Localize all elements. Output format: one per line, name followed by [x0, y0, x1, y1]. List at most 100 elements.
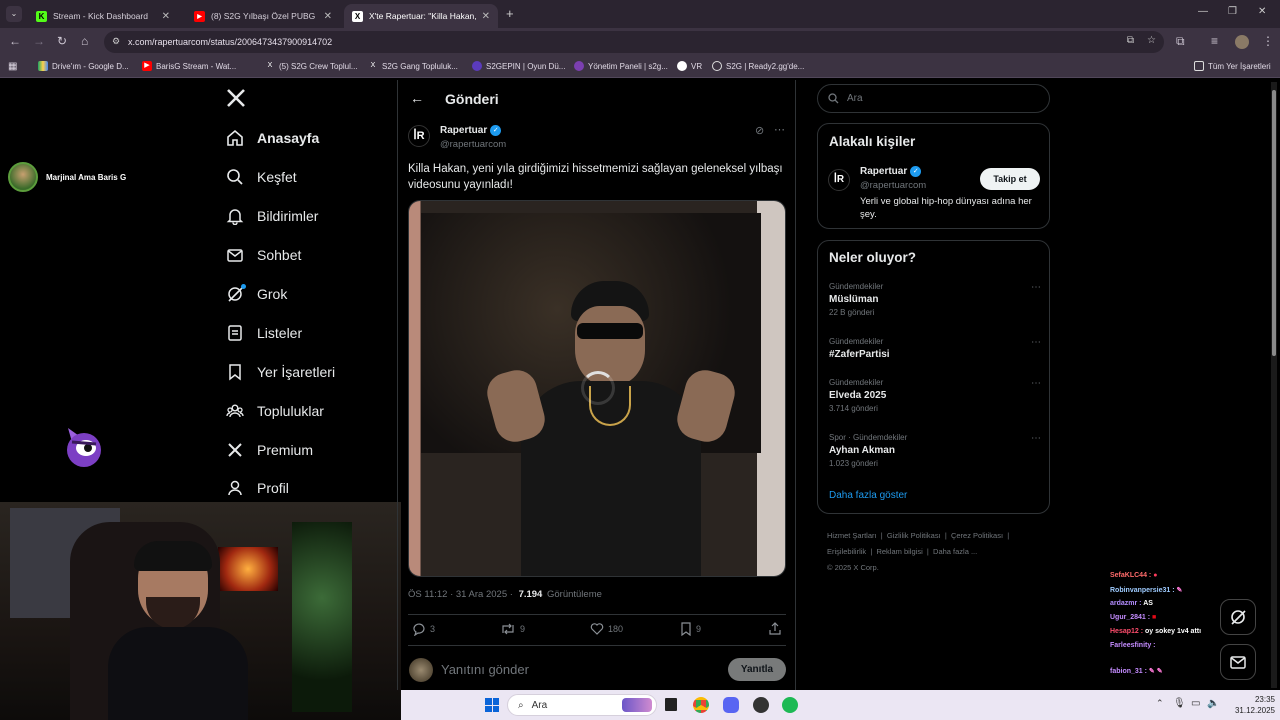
bookmark-yonetim-paneli[interactable]: Yönetim Paneli | s2g...	[574, 61, 668, 71]
show-more-link[interactable]: Daha fazla göster	[829, 490, 907, 501]
share-action[interactable]	[768, 622, 782, 641]
post-video[interactable]	[408, 200, 786, 577]
grok-floating-button[interactable]	[1220, 599, 1256, 635]
tab-x-post[interactable]: X X'te Rapertuar: "Killa Hakan, yeı ✕	[344, 4, 498, 28]
trend-item[interactable]: Gündemdekiler Elveda 2025 3.714 gönderi …	[829, 378, 1041, 413]
related-avatar[interactable]: ꟾR	[828, 169, 850, 191]
app-icon[interactable]	[753, 697, 769, 713]
trend-item[interactable]: Gündemdekiler #ZaferPartisi ⋯	[829, 337, 1041, 360]
window-close-button[interactable]: ✕	[1258, 6, 1266, 17]
footer-link[interactable]: Çerez Politikası	[951, 531, 1003, 540]
url-input[interactable]: ⚙ x.com/rapertuarcom/status/200647343790…	[104, 31, 1164, 53]
trend-item[interactable]: Spor · Gündemdekiler Ayhan Akman 1.023 g…	[829, 433, 1041, 468]
bookmark-action[interactable]: 9	[680, 622, 701, 636]
spotify-icon[interactable]	[782, 697, 798, 713]
reply-action[interactable]: 3	[412, 622, 435, 636]
close-icon[interactable]: ✕	[162, 11, 170, 22]
related-handle[interactable]: @rapertuarcom	[860, 180, 926, 191]
sidebar-item-bildirimler[interactable]: Bildirimler	[226, 204, 318, 228]
follow-button[interactable]: Takip et	[980, 168, 1040, 190]
reply-button[interactable]: Yanıtla	[728, 658, 786, 681]
chrome-icon[interactable]	[693, 697, 709, 713]
network-icon[interactable]: ▭	[1191, 698, 1200, 709]
extensions-icon[interactable]: ⧉	[1176, 34, 1185, 49]
tray-overflow-icon[interactable]: ⌃	[1156, 698, 1164, 709]
messages-floating-button[interactable]	[1220, 644, 1256, 680]
bookmark-ready2gg[interactable]: S2G | Ready2.gg'de...	[712, 61, 804, 71]
chat-username: Ugur_2841 :	[1110, 614, 1151, 621]
bookmark-s2g-gang[interactable]: X S2G Gang Topluluk...	[368, 61, 458, 71]
more-options-icon[interactable]: ⋯	[1031, 282, 1041, 293]
share-icon	[769, 622, 781, 635]
all-bookmarks[interactable]: Tüm Yer İşaretleri	[1194, 61, 1271, 71]
footer-link[interactable]: Hizmet Şartları	[827, 531, 877, 540]
sidebar-item-topluluklar[interactable]: Topluluklar	[226, 399, 324, 423]
sidebar-item-yer-isaretleri[interactable]: Yer İşaretleri	[226, 360, 335, 384]
trend-category: Gündemdekiler	[829, 378, 884, 387]
repost-action[interactable]: 9	[500, 622, 525, 636]
search-input[interactable]: Ara	[817, 84, 1050, 113]
sidebar-item-grok[interactable]: Grok	[226, 282, 287, 306]
forward-icon[interactable]: →	[33, 34, 45, 48]
star-icon[interactable]: ☆	[1147, 35, 1156, 46]
more-options-icon[interactable]: ⋯	[1031, 433, 1041, 444]
close-icon[interactable]: ✕	[324, 11, 332, 22]
apps-icon[interactable]: ▦	[8, 61, 17, 72]
tab-search-button[interactable]: ⌄	[6, 6, 22, 22]
scrollbar-thumb[interactable]	[1272, 90, 1276, 356]
footer-link[interactable]: Daha fazla ...	[933, 547, 977, 556]
sidebar-item-anasayfa[interactable]: Anasayfa	[226, 126, 319, 150]
discord-icon[interactable]	[723, 697, 739, 713]
bookmark-drive[interactable]: Drive'ım - Google D...	[38, 61, 129, 71]
windows-start-icon[interactable]	[485, 698, 499, 712]
footer-link[interactable]: Erişilebilirlik	[827, 547, 866, 556]
back-icon[interactable]: ←	[9, 34, 21, 48]
post-time[interactable]: ÖS 11:12 · 31 Ara 2025 ·	[408, 589, 513, 600]
clock[interactable]: 23:35 31.12.2025	[1227, 694, 1275, 716]
volume-icon[interactable]: 🔈	[1207, 698, 1219, 709]
more-options-icon[interactable]: ⋯	[1031, 337, 1041, 348]
reload-icon[interactable]: ↻	[57, 34, 67, 48]
sidebar-item-premium[interactable]: Premium	[226, 438, 313, 462]
trend-item[interactable]: Gündemdekiler Müslüman 22 B gönderi ⋯	[829, 282, 1041, 317]
verified-icon: ✓	[910, 166, 922, 177]
close-icon[interactable]: ✕	[482, 11, 490, 22]
sidebar-item-sohbet[interactable]: Sohbet	[226, 243, 301, 267]
home-icon[interactable]: ⌂	[81, 34, 88, 48]
like-action[interactable]: 180	[590, 622, 623, 636]
sidebar-item-kesfet[interactable]: Keşfet	[226, 165, 297, 189]
reply-input[interactable]: Yanıtını gönder	[441, 662, 529, 677]
task-view-icon[interactable]	[665, 698, 677, 711]
sidebar-item-profil[interactable]: Profil	[226, 476, 289, 500]
profile-avatar[interactable]	[1235, 35, 1249, 49]
taskbar-search[interactable]: ⌕ Ara	[507, 694, 657, 716]
site-info-icon[interactable]: ⚙	[112, 36, 120, 47]
sidebar-item-listeler[interactable]: Listeler	[226, 321, 302, 345]
microphone-icon[interactable]: 🎙	[1173, 698, 1186, 709]
restore-button[interactable]: ❐	[1228, 6, 1237, 17]
install-app-icon[interactable]: ⧉	[1127, 35, 1134, 46]
minimize-button[interactable]: —	[1198, 6, 1208, 17]
bookmark-vr[interactable]: VR	[677, 61, 702, 71]
bookmark-s2gepin[interactable]: S2GEPIN | Oyun Dü...	[472, 61, 565, 71]
tab-youtube[interactable]: ▶ (8) S2G Yılbaşı Özel PUBG Mob ✕	[186, 4, 340, 28]
x-logo[interactable]	[226, 88, 246, 108]
footer-link[interactable]: Gizlilik Politikası	[887, 531, 941, 540]
bookmark-s2g-crew[interactable]: X (5) S2G Crew Toplul...	[265, 61, 358, 71]
footer-link[interactable]: Reklam bilgisi	[876, 547, 922, 556]
more-options-icon[interactable]: ⋯	[1031, 378, 1041, 389]
back-arrow-icon[interactable]: ←	[410, 90, 424, 106]
related-name-row[interactable]: Rapertuar ✓	[860, 166, 922, 177]
page-scrollbar[interactable]	[1271, 82, 1277, 688]
new-tab-button[interactable]: +	[506, 6, 514, 21]
tab-kick[interactable]: K Stream - Kick Dashboard ✕	[28, 4, 178, 28]
clock-date: 31.12.2025	[1234, 706, 1275, 715]
author-avatar[interactable]: ꟾR	[408, 125, 430, 147]
reading-list-icon[interactable]: ≡	[1211, 34, 1218, 48]
author-name-row[interactable]: Rapertuar ✓	[440, 125, 502, 136]
bookmark-barisg-stream[interactable]: ▶ BarisG Stream - Wat...	[142, 61, 236, 71]
menu-icon[interactable]: ⋮	[1262, 34, 1274, 48]
grok-icon[interactable]: ⊘	[755, 124, 764, 137]
more-options-icon[interactable]: ⋯	[774, 123, 785, 136]
author-handle[interactable]: @rapertuarcom	[440, 139, 506, 150]
